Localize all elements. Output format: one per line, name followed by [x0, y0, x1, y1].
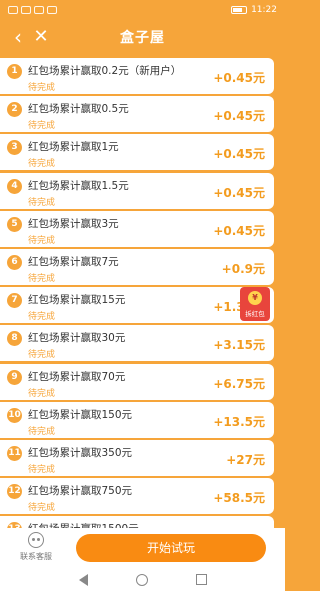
- task-index-badge: 7: [7, 293, 22, 309]
- task-reward: +0.45元: [213, 147, 265, 162]
- bottom-bar: 联系客服 开始试玩: [0, 528, 285, 568]
- task-reward: +13.5元: [213, 414, 265, 429]
- task-row[interactable]: 5 红包场累计赢取3元 待完成 +0.45元: [0, 210, 274, 247]
- task-reward: +0.45元: [213, 223, 265, 238]
- task-reward: +0.9元: [221, 262, 265, 276]
- task-row[interactable]: 10 红包场累计赢取150元 待完成 +13.5元: [0, 401, 274, 438]
- task-row[interactable]: 1 红包场累计赢取0.2元（新用户） 待完成 +0.45元: [0, 58, 274, 94]
- task-index-badge: 4: [7, 178, 22, 194]
- task-title: 红包场累计赢取750元: [28, 485, 133, 498]
- task-title: 红包场累计赢取1元: [28, 141, 119, 154]
- task-index-badge: 1: [7, 64, 22, 79]
- task-index-badge: 9: [7, 369, 22, 385]
- status-bar: 11:22: [0, 0, 285, 20]
- system-home-icon[interactable]: [135, 573, 148, 586]
- task-index-badge: 6: [7, 255, 22, 270]
- task-status: 待完成: [28, 388, 56, 399]
- close-icon[interactable]: ✕: [31, 26, 51, 48]
- task-reward: +27元: [226, 453, 265, 467]
- task-index-badge: 2: [7, 102, 22, 118]
- task-title: 红包场累计赢取350元: [28, 447, 133, 459]
- task-row[interactable]: 8 红包场累计赢取30元 待完成 +3.15元: [0, 325, 274, 362]
- task-title: 红包场累计赢取0.5元: [28, 103, 129, 116]
- task-index-badge: 8: [7, 331, 22, 347]
- task-title: 红包场累计赢取7元: [28, 256, 119, 268]
- task-row[interactable]: 6 红包场累计赢取7元 待完成 +0.9元: [0, 249, 274, 285]
- task-title: 红包场累计赢取30元: [28, 332, 126, 345]
- task-status: 待完成: [28, 274, 56, 284]
- task-reward: +58.5元: [213, 491, 265, 506]
- task-status: 待完成: [28, 312, 56, 323]
- task-status: 待完成: [28, 465, 56, 475]
- task-reward: +0.45元: [213, 71, 265, 85]
- system-recent-icon[interactable]: [195, 574, 207, 585]
- notification-icons: [8, 6, 57, 14]
- wifi-icon: [34, 6, 44, 14]
- status-right: 11:22: [231, 5, 277, 15]
- task-title: 红包场累计赢取70元: [28, 370, 126, 383]
- start-trial-button[interactable]: 开始试玩: [76, 534, 266, 562]
- task-status: 待完成: [28, 503, 56, 514]
- task-row[interactable]: 9 红包场累计赢取70元 待完成 +6.75元: [0, 363, 274, 400]
- task-reward: +3.15元: [213, 338, 265, 353]
- task-index-badge: 3: [7, 140, 22, 156]
- system-back-icon[interactable]: [78, 573, 88, 586]
- customer-service-label: 联系客服: [20, 552, 52, 561]
- task-title: 红包场累计赢取1500元: [28, 521, 139, 528]
- task-row[interactable]: 7红包场累计赢取15元待完成+1.35元: [0, 287, 274, 324]
- task-row[interactable]: 2 红包场累计赢取0.5元 待完成 +0.45元: [0, 96, 274, 133]
- red-packet-label: 拆红包: [245, 310, 265, 318]
- task-row[interactable]: 12 红包场累计赢取750元 待完成 +58.5元: [0, 478, 274, 515]
- notification-icon: [8, 6, 18, 14]
- nav-bar: ‹ ✕ 盒子屋: [0, 20, 285, 54]
- task-title: 红包场累计赢取15元: [28, 294, 126, 307]
- system-nav: [0, 568, 285, 591]
- customer-service-button[interactable]: 联系客服: [14, 532, 58, 566]
- task-status: 待完成: [28, 159, 56, 170]
- back-icon[interactable]: ‹: [8, 26, 28, 48]
- red-packet-button[interactable]: ¥ 拆红包: [240, 287, 270, 321]
- task-reward: +0.45元: [213, 109, 265, 124]
- task-status: 待完成: [28, 350, 56, 361]
- task-reward: +6.75元: [213, 376, 265, 391]
- task-status: 待完成: [28, 235, 56, 246]
- task-title: 红包场累计赢取1.5元: [28, 179, 129, 192]
- notification-icon: [47, 6, 57, 14]
- coin-icon: ¥: [248, 291, 262, 305]
- status-time: 11:22: [251, 5, 277, 15]
- task-index-badge: 10: [7, 407, 22, 423]
- task-status: 待完成: [28, 426, 56, 437]
- task-status: 待完成: [28, 83, 56, 93]
- task-index-badge: 12: [7, 484, 22, 500]
- headset-icon: [28, 532, 44, 548]
- notification-icon: [21, 6, 31, 14]
- task-status: 待完成: [28, 197, 56, 208]
- task-row[interactable]: 13红包场累计赢取1500元待完成: [0, 516, 274, 528]
- task-title: 红包场累计赢取0.2元（新用户）: [28, 65, 182, 77]
- task-status: 待完成: [28, 121, 56, 132]
- battery-icon: [231, 6, 248, 14]
- task-reward: +0.45元: [213, 185, 265, 200]
- task-index-badge: 5: [7, 216, 22, 232]
- task-row[interactable]: 3 红包场累计赢取1元 待完成 +0.45元: [0, 134, 274, 171]
- task-index-badge: 11: [7, 446, 22, 461]
- task-row[interactable]: 11 红包场累计赢取350元 待完成 +27元: [0, 440, 274, 476]
- task-title: 红包场累计赢取150元: [28, 408, 133, 421]
- task-row[interactable]: 4 红包场累计赢取1.5元 待完成 +0.45元: [0, 172, 274, 209]
- task-title: 红包场累计赢取3元: [28, 217, 119, 230]
